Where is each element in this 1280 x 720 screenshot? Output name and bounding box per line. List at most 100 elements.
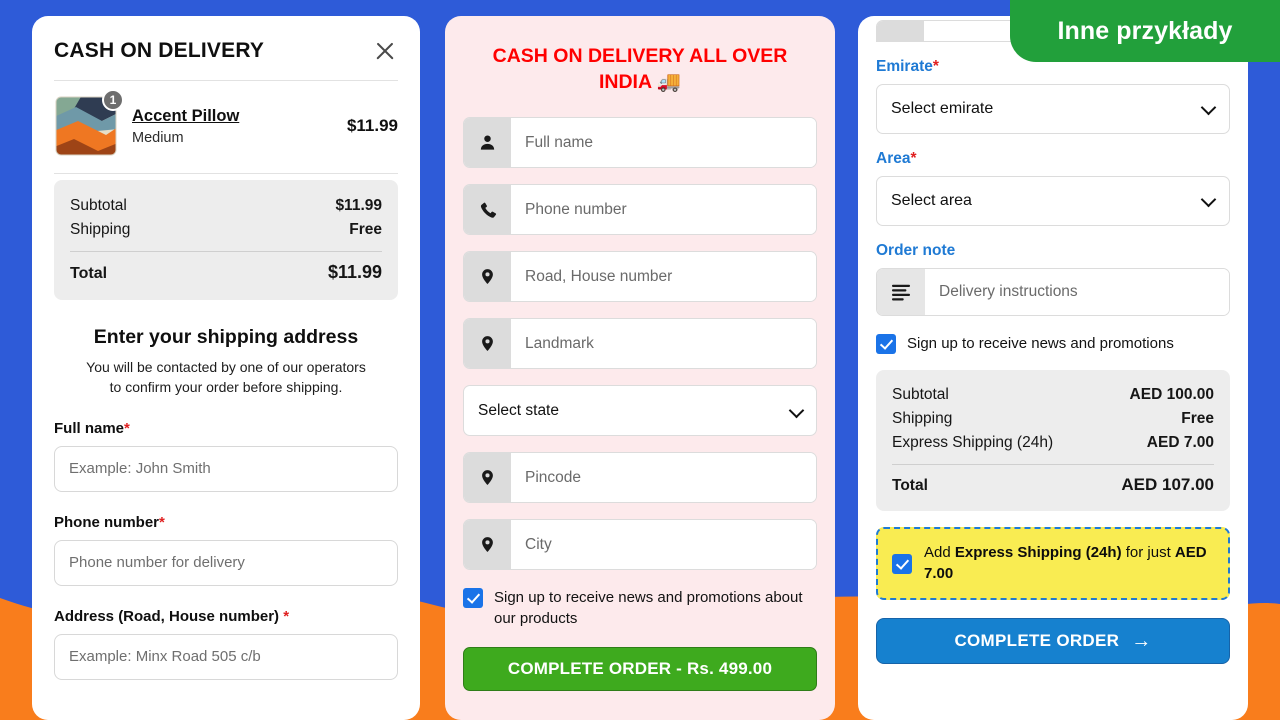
map-pin-icon [464,453,511,503]
cart-line-item: 1 Accent Pillow Medium $11.99 [54,81,398,173]
phone-input[interactable] [511,185,816,235]
screenshot-root: Inne przykłady CASH ON DELIVERY 1 Accent… [0,0,1280,720]
summary-label: Subtotal [70,197,127,214]
summary-value: $11.99 [335,197,382,214]
required-marker: * [910,150,917,167]
label-text: Phone number [54,513,160,531]
label-order-note: Order note [876,242,956,259]
complete-order-label: COMPLETE ORDER [954,630,1120,650]
road-house-field-group [463,251,817,303]
badge-label: Inne przykłady [1057,16,1233,45]
panel1-header: CASH ON DELIVERY [54,16,398,80]
newsletter-checkbox[interactable] [463,588,483,609]
product-thumbnail: 1 [54,89,124,157]
summary-label: Shipping [70,221,131,238]
label-text: Area [876,150,911,167]
summary-value: AED 7.00 [1146,434,1214,452]
express-shipping-checkbox[interactable] [892,553,912,574]
label-full-name: Full name* [54,420,398,437]
divider [70,251,382,252]
required-marker: * [932,58,939,75]
upsell-middle: for just [1121,544,1175,562]
city-input[interactable] [511,520,816,570]
cod-modal-panel: CASH ON DELIVERY 1 Accent Pillow Medium … [32,16,420,720]
address-input[interactable] [54,633,398,680]
summary-row-express-shipping: Express Shipping (24h) AED 7.00 [892,431,1214,455]
landmark-field-group [463,318,817,370]
field-addon-icon [877,21,924,41]
upsell-prefix: Add [924,544,955,562]
pincode-input[interactable] [511,453,816,503]
road-house-input[interactable] [511,252,816,302]
express-shipping-upsell: Add Express Shipping (24h) for just AED … [876,527,1230,600]
phone-field-group [463,184,817,236]
upsell-text: Add Express Shipping (24h) for just AED … [924,543,1214,584]
map-pin-icon [464,252,511,302]
label-text: Emirate [876,58,933,75]
summary-value: Free [1181,410,1214,428]
required-marker: * [124,419,130,437]
label-area: Area* [876,150,1230,168]
city-field-group [463,519,817,571]
arrow-right-icon: → [1131,629,1152,652]
product-info: Accent Pillow Medium [132,107,333,146]
phone-icon [464,185,511,235]
complete-order-button[interactable]: COMPLETE ORDER → [876,617,1230,664]
newsletter-label: Sign up to receive news and promotions [907,335,1174,352]
person-icon [464,118,511,168]
state-select[interactable]: Select state [463,385,817,437]
product-name-link[interactable]: Accent Pillow [132,107,239,126]
label-address: Address (Road, House number) * [54,608,398,625]
summary-row-shipping: Shipping Free [892,407,1214,431]
summary-value: $11.99 [327,262,382,282]
summary-row-subtotal: Subtotal AED 100.00 [892,383,1214,407]
summary-label: Total [892,477,928,495]
area-select-value: Select area [891,192,972,209]
required-marker: * [283,607,290,625]
state-select-value: Select state [478,401,559,419]
cod-india-form-panel: CASH ON DELIVERY ALL OVER INDIA 🚚 Full n… [445,16,835,720]
emirate-select[interactable]: Select emirate [876,84,1230,134]
cod-uae-form-panel: Emirate* Select emirate Area* Select are… [858,16,1248,720]
newsletter-checkbox[interactable] [876,334,896,355]
summary-row-subtotal: Subtotal $11.99 [70,194,382,218]
summary-row-total: Total $11.99 [70,259,382,286]
summary-value: Free [349,221,382,238]
summary-label: Shipping [892,410,953,428]
product-variant: Medium [132,129,184,146]
emirate-select-value: Select emirate [891,100,994,117]
complete-order-button[interactable]: COMPLETE ORDER - Rs. 499.00 [463,646,817,691]
pincode-field-group [463,452,817,504]
other-examples-badge[interactable]: Inne przykłady [1010,0,1280,62]
full-name-input[interactable] [54,445,398,492]
label-text: Address (Road, House number) [54,607,280,625]
label-phone-number: Phone number* [54,514,398,531]
summary-label: Subtotal [892,386,949,404]
summary-row-shipping: Shipping Free [70,218,382,242]
required-marker: * [159,513,165,531]
label-text: Full name [54,419,125,437]
product-price: $11.99 [346,116,398,135]
area-select[interactable]: Select area [876,176,1230,226]
order-note-input[interactable] [925,269,1229,315]
summary-label: Express Shipping (24h) [892,434,1054,452]
order-note-field-group [876,268,1230,316]
full-name-input[interactable] [511,118,816,168]
newsletter-label: Sign up to receive news and promotions a… [494,589,803,627]
map-pin-icon [464,319,511,369]
newsletter-checkbox-row: Sign up to receive news and promotions [876,334,1230,355]
summary-row-total: Total AED 107.00 [892,472,1214,498]
phone-number-input[interactable] [54,539,398,586]
chevron-down-icon [1200,99,1217,116]
chevron-down-icon [788,402,805,419]
order-summary: Subtotal AED 100.00 Shipping Free Expres… [876,370,1230,512]
close-icon[interactable] [372,38,398,64]
shipping-subtext: You will be contacted by one of our oper… [86,359,366,395]
divider [54,173,398,174]
newsletter-checkbox-row: Sign up to receive news and promotions a… [463,588,817,629]
panel2-title: CASH ON DELIVERY ALL OVER INDIA 🚚 [492,45,788,93]
landmark-input[interactable] [511,319,816,369]
shipping-heading: Enter your shipping address [93,326,359,348]
page-title: CASH ON DELIVERY [54,39,265,62]
summary-label: Total [70,265,108,282]
